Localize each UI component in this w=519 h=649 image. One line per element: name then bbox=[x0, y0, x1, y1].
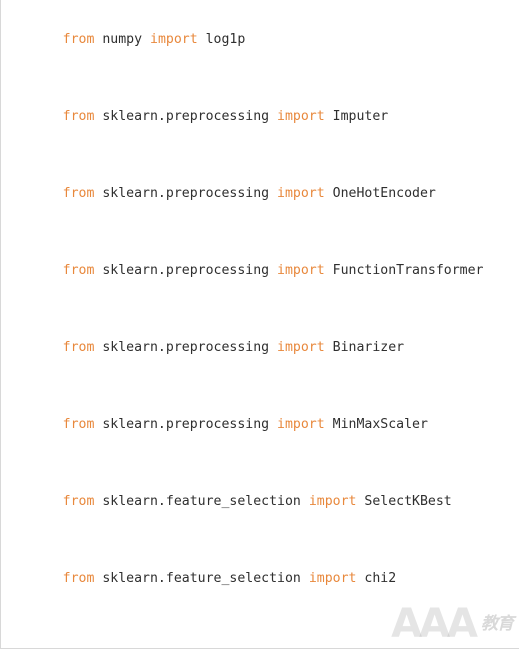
keyword-import: import bbox=[277, 417, 325, 432]
import-target: Imputer bbox=[332, 109, 389, 124]
keyword-from: from bbox=[62, 186, 95, 201]
keyword-from: from bbox=[62, 571, 95, 586]
module-name: sklearn.feature_selection bbox=[102, 494, 301, 509]
import-target: log1p bbox=[205, 32, 246, 47]
keyword-from: from bbox=[62, 109, 95, 124]
module-name: sklearn.feature_selection bbox=[102, 571, 301, 586]
keyword-import: import bbox=[277, 109, 325, 124]
code-line-import: from numpy import log1p bbox=[15, 16, 519, 64]
keyword-from: from bbox=[62, 417, 95, 432]
code-snippet-viewer: from numpy import log1p from sklearn.pre… bbox=[0, 0, 519, 649]
import-target: SelectKBest bbox=[364, 494, 452, 509]
keyword-import: import bbox=[277, 263, 325, 278]
keyword-import: import bbox=[308, 494, 357, 509]
code-line-import: from sklearn.feature_selection import Se… bbox=[15, 478, 519, 526]
module-name: sklearn.preprocessing bbox=[102, 263, 270, 278]
code-line-import: from sklearn.feature_selection import ch… bbox=[15, 555, 519, 603]
module-name: sklearn.preprocessing bbox=[102, 417, 270, 432]
import-target: Binarizer bbox=[332, 340, 405, 355]
code-line-import: from sklearn.preprocessing import Functi… bbox=[15, 247, 519, 295]
keyword-from: from bbox=[62, 263, 95, 278]
keyword-from: from bbox=[62, 494, 95, 509]
keyword-import: import bbox=[277, 340, 325, 355]
code-line-import: from sklearn.preprocessing import MinMax… bbox=[15, 401, 519, 449]
import-target: FunctionTransformer bbox=[332, 263, 484, 278]
code-block[interactable]: from numpy import log1p from sklearn.pre… bbox=[1, 0, 519, 648]
code-line-import: from sklearn.preprocessing import Impute… bbox=[15, 93, 519, 141]
code-line-import: from sklearn.decomposition import PCA bbox=[15, 632, 519, 648]
keyword-from: from bbox=[62, 340, 95, 355]
module-name: sklearn.preprocessing bbox=[102, 340, 270, 355]
code-line-import: from sklearn.preprocessing import OneHot… bbox=[15, 170, 519, 218]
import-target: OneHotEncoder bbox=[332, 186, 436, 201]
import-target: chi2 bbox=[364, 571, 397, 586]
keyword-from: from bbox=[62, 32, 95, 47]
keyword-import: import bbox=[150, 32, 198, 47]
module-name: numpy bbox=[102, 32, 143, 47]
module-name: sklearn.preprocessing bbox=[102, 109, 270, 124]
module-name: sklearn.preprocessing bbox=[102, 186, 270, 201]
keyword-import: import bbox=[308, 571, 357, 586]
code-line-import: from sklearn.preprocessing import Binari… bbox=[15, 324, 519, 372]
keyword-import: import bbox=[277, 186, 325, 201]
import-target: MinMaxScaler bbox=[332, 417, 428, 432]
